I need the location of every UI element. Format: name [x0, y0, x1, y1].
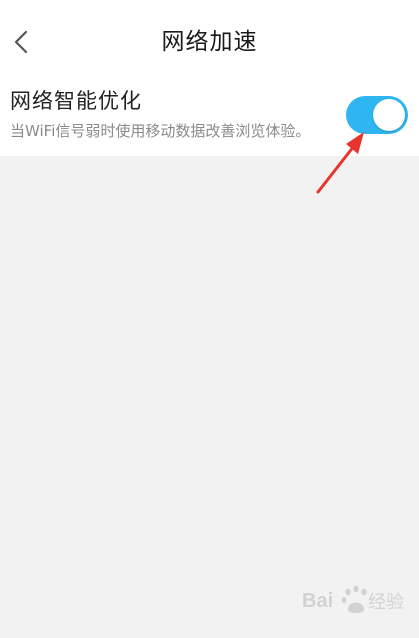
svg-text:Bai: Bai [302, 590, 333, 612]
annotation-arrow-icon [316, 132, 364, 194]
toggle-knob [373, 99, 405, 131]
top-bar: 网络加速 [0, 0, 419, 80]
page-title: 网络加速 [161, 29, 258, 55]
baidu-watermark: Bai 经验 [300, 580, 415, 620]
svg-text:经验: 经验 [368, 592, 404, 613]
setting-title: 网络智能优化 [10, 89, 142, 113]
setting-description: 当WiFi信号弱时使用移动数据改善浏览体验。 [10, 122, 311, 140]
